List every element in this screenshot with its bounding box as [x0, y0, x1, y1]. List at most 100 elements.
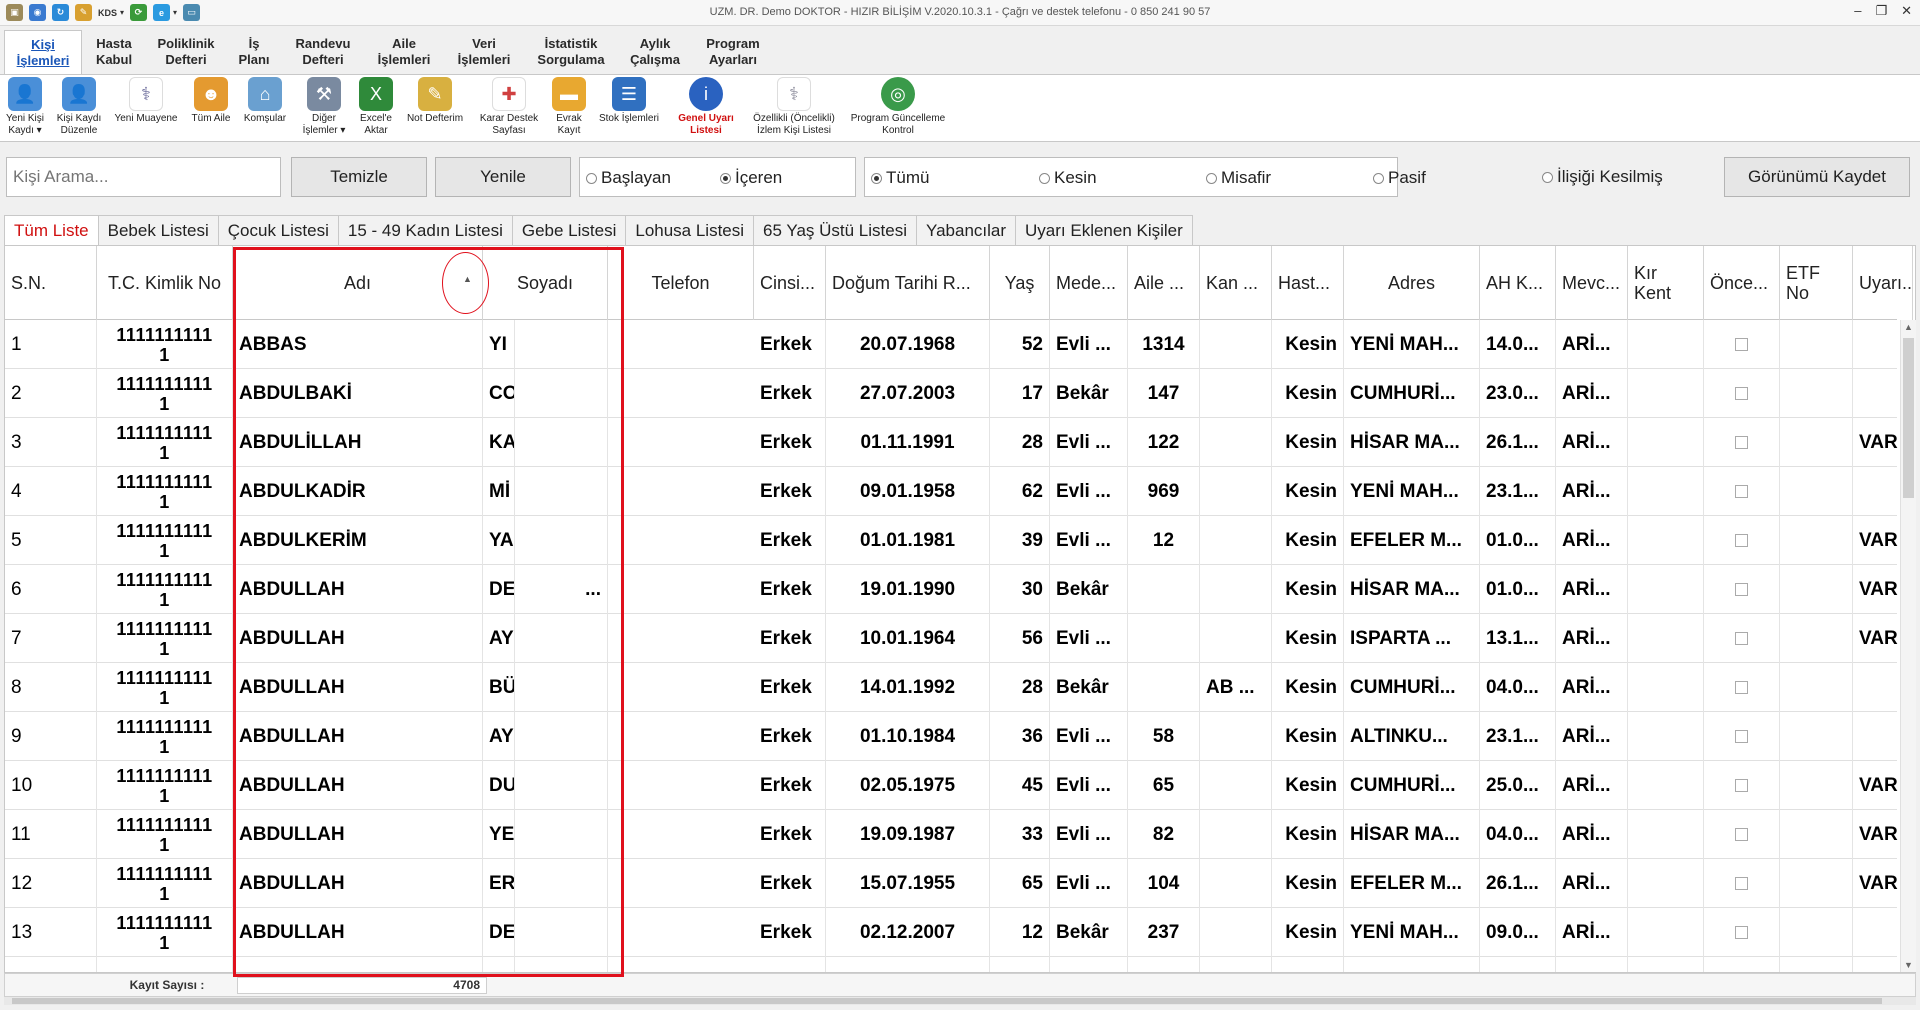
tab-uyari-eklenen[interactable]: Uyarı Eklenen Kişiler [1015, 215, 1193, 245]
cell-kan[interactable] [1200, 320, 1272, 369]
cell-soyadi[interactable]: YA [483, 516, 515, 565]
table-row[interactable]: 3 1111111111 1 ABDULİLLAH KA Erkek 01.11.1991 2… [5, 418, 1913, 467]
cell-adi[interactable]: ABDULKADİR [233, 467, 483, 516]
vertical-scrollbar[interactable]: ▲ ▼ [1900, 320, 1916, 972]
cell-mevcut[interactable]: ARİ... [1556, 663, 1628, 712]
cell-kan[interactable] [1200, 761, 1272, 810]
cell-adi[interactable]: ABDULLAH [233, 761, 483, 810]
general-warning-list-button[interactable]: i Genel Uyarı Listesi [670, 77, 742, 137]
cell-tc[interactable]: 1111111111 [97, 957, 233, 972]
cell-cinsi[interactable]: Erkek [754, 565, 826, 614]
table-row[interactable]: 11 1111111111 1 ABDULLAH YE Erkek 19.09.1987 33… [5, 810, 1913, 859]
cell-ah[interactable]: 23.1... [1480, 467, 1556, 516]
cell-soyadi[interactable]: YI [483, 320, 515, 369]
cell-adi[interactable]: ABDULLAH [233, 614, 483, 663]
cell-adres[interactable]: EFELER M... [1344, 516, 1480, 565]
cell-mevcut[interactable]: ARİ... [1556, 320, 1628, 369]
cell-adres[interactable]: HİSAR MA... [1344, 810, 1480, 859]
cell-cinsi[interactable]: Erkek [754, 859, 826, 908]
cell-sn[interactable]: 1 [5, 320, 97, 369]
cell-medeni[interactable] [1050, 957, 1128, 972]
cell-telefon[interactable]: ... [515, 565, 608, 614]
cell-hasta[interactable]: Kesin [1272, 810, 1344, 859]
clear-button[interactable]: Temizle [291, 157, 427, 197]
export-excel-button[interactable]: X Excel'e Aktar [356, 77, 396, 137]
scroll-down-icon[interactable]: ▼ [1904, 960, 1913, 970]
cell-adi[interactable]: ABBAS [233, 320, 483, 369]
col-kir-kent[interactable]: Kır Kent [1628, 246, 1704, 320]
cell-etf[interactable] [1780, 810, 1853, 859]
cell-oncelikli[interactable] [1704, 614, 1780, 663]
cell-kir[interactable] [1628, 614, 1704, 663]
cell-etf[interactable] [1780, 565, 1853, 614]
col-oncelikli[interactable]: Önce... [1704, 246, 1780, 320]
person-search-input[interactable] [6, 157, 281, 197]
col-etf-no[interactable]: ETF No [1780, 246, 1853, 320]
col-uyari[interactable]: Uyarı... [1853, 246, 1913, 320]
cell-mevcut[interactable]: ARİ... [1556, 614, 1628, 663]
cell-aile[interactable]: 969 [1128, 467, 1200, 516]
scroll-up-icon[interactable]: ▲ [1904, 322, 1913, 332]
table-row[interactable]: 9 1111111111 1 ABDULLAH AY Erkek 01.10.1984 36 E… [5, 712, 1913, 761]
cell-aile[interactable]: 58 [1128, 712, 1200, 761]
cell-yas[interactable]: 30 [990, 565, 1050, 614]
cell-oncelikli[interactable] [1704, 565, 1780, 614]
radio-iceren[interactable]: İçeren [720, 168, 782, 188]
cell-adi[interactable]: ABDULLAH [233, 908, 483, 957]
cell-telefon[interactable] [515, 663, 608, 712]
cell-dogum[interactable]: 14.01.1992 [826, 663, 990, 712]
cell-ah[interactable]: 23.0... [1480, 369, 1556, 418]
menu-hasta-kabul[interactable]: Hasta Kabul [88, 30, 140, 74]
cell-dogum[interactable]: 01.11.1991 [826, 418, 990, 467]
table-row[interactable]: 10 1111111111 1 ABDULLAH DU Erkek 02.05.1975 45… [5, 761, 1913, 810]
cell-cinsi[interactable]: Erkek [754, 614, 826, 663]
cell-sn[interactable]: 13 [5, 908, 97, 957]
cell-ah[interactable]: 14.0... [1480, 320, 1556, 369]
tab-65-yas-ustu[interactable]: 65 Yaş Üstü Listesi [753, 215, 917, 245]
cell-dogum[interactable]: 19.09.1987 [826, 810, 990, 859]
cell-tc[interactable]: 1111111111 1 [97, 859, 233, 908]
cell-tc[interactable]: 1111111111 1 [97, 516, 233, 565]
cell-yas[interactable]: 65 [990, 859, 1050, 908]
cell-sn[interactable]: 12 [5, 859, 97, 908]
cell-tc[interactable]: 1111111111 1 [97, 810, 233, 859]
cell-tc[interactable]: 1111111111 1 [97, 467, 233, 516]
restore-icon[interactable]: ❐ [1875, 3, 1887, 19]
cell-adi[interactable]: ABDULBAKİ [233, 369, 483, 418]
cell-adres[interactable]: HİSAR MA... [1344, 418, 1480, 467]
priority-checkbox[interactable] [1735, 485, 1748, 498]
cell-kan[interactable] [1200, 908, 1272, 957]
cell-telefon[interactable] [515, 712, 608, 761]
cell-medeni[interactable]: Evli ... [1050, 712, 1128, 761]
cell-adi[interactable]: ABDULİLLAH [233, 418, 483, 467]
cell-sn[interactable]: 8 [5, 663, 97, 712]
cell-soyadi[interactable]: AY [483, 712, 515, 761]
stock-operations-button[interactable]: ☰ Stok İşlemleri [594, 77, 664, 125]
cell-telefon[interactable] [515, 761, 608, 810]
cell-yas[interactable]: 33 [990, 810, 1050, 859]
new-person-button[interactable]: 👤 Yeni Kişi Kaydı ▾ [2, 77, 48, 137]
cell-adres[interactable] [1344, 957, 1480, 972]
cell-cinsi[interactable]: Erkek [754, 810, 826, 859]
col-kan[interactable]: Kan ... [1200, 246, 1272, 320]
cell-yas[interactable]: 36 [990, 712, 1050, 761]
cell-oncelikli[interactable] [1704, 467, 1780, 516]
cell-aile[interactable]: 122 [1128, 418, 1200, 467]
edit-person-button[interactable]: 👤 Kişi Kaydı Düzenle [52, 77, 106, 137]
cell-etf[interactable] [1780, 516, 1853, 565]
cell-oncelikli[interactable] [1704, 369, 1780, 418]
scroll-thumb[interactable] [1903, 338, 1914, 498]
cell-kir[interactable] [1628, 761, 1704, 810]
cell-dogum[interactable]: 09.01.1958 [826, 467, 990, 516]
all-family-button[interactable]: ☻ Tüm Aile [188, 77, 234, 125]
table-row[interactable]: 12 1111111111 1 ABDULLAH ER Erkek 15.07.1955 65… [5, 859, 1913, 908]
priority-checkbox[interactable] [1735, 436, 1748, 449]
cell-kir[interactable] [1628, 467, 1704, 516]
cell-cinsi[interactable]: Erkek [754, 320, 826, 369]
cell-dogum[interactable]: 01.01.1981 [826, 516, 990, 565]
cell-soyadi[interactable]: YE [483, 810, 515, 859]
tab-lohusa-listesi[interactable]: Lohusa Listesi [625, 215, 755, 245]
table-row[interactable]: 13 1111111111 1 ABDULLAH DE Erkek 02.12.2007 12… [5, 908, 1913, 957]
update-check-button[interactable]: ◎ Program Güncelleme Kontrol [846, 77, 950, 137]
cell-yas[interactable]: 56 [990, 614, 1050, 663]
